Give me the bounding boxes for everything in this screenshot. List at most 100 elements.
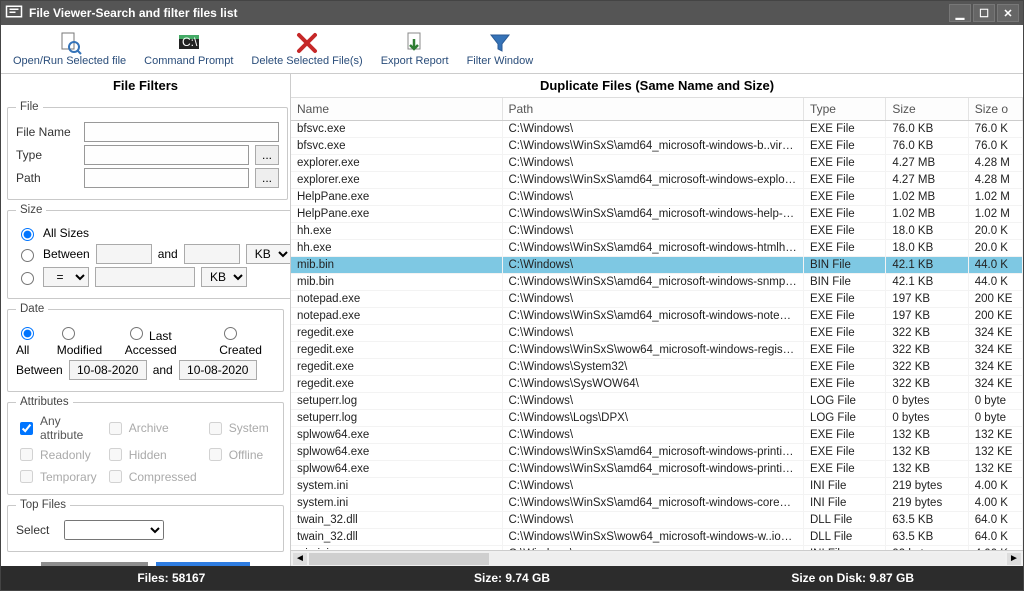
- export-report-button[interactable]: Export Report: [375, 29, 455, 69]
- minimize-button[interactable]: ▁: [949, 4, 971, 22]
- table-row[interactable]: explorer.exeC:\Windows\WinSxS\amd64_micr…: [291, 172, 1023, 189]
- table-row[interactable]: explorer.exeC:\Windows\EXE File4.27 MB4.…: [291, 155, 1023, 172]
- table-row[interactable]: hh.exeC:\Windows\WinSxS\amd64_microsoft-…: [291, 240, 1023, 257]
- table-row[interactable]: hh.exeC:\Windows\EXE File18.0 KB20.0 K: [291, 223, 1023, 240]
- readonly-check[interactable]: [20, 448, 33, 461]
- cell-type: BIN File: [803, 274, 885, 291]
- size-between-radio[interactable]: [21, 249, 34, 262]
- cell-type: LOG File: [803, 410, 885, 427]
- horizontal-scrollbar[interactable]: ◄ ►: [291, 550, 1023, 566]
- table-row[interactable]: twain_32.dllC:\Windows\DLL File63.5 KB64…: [291, 512, 1023, 529]
- type-browse-button[interactable]: ...: [255, 145, 279, 165]
- cell-type: EXE File: [803, 172, 885, 189]
- size-cmp-select[interactable]: =: [43, 267, 89, 287]
- scroll-track[interactable]: [309, 553, 1005, 565]
- table-row[interactable]: regedit.exeC:\Windows\EXE File322 KB324 …: [291, 325, 1023, 342]
- all-sizes-label: All Sizes: [43, 226, 89, 240]
- cell-size: 63.5 KB: [886, 529, 968, 546]
- size-fieldset: Size All Sizes Between and KB =: [7, 204, 291, 299]
- cell-path: C:\Windows\WinSxS\amd64_microsoft-window…: [502, 461, 803, 478]
- date-fieldset: Date All Modified Last Accessed Created …: [7, 303, 284, 392]
- size-to-input[interactable]: [184, 244, 240, 264]
- col-size-disk[interactable]: Size o: [968, 98, 1022, 121]
- cell-path: C:\Windows\: [502, 427, 803, 444]
- scroll-right-icon[interactable]: ►: [1007, 553, 1021, 565]
- cell-name: splwow64.exe: [291, 427, 502, 444]
- cell-name: twain_32.dll: [291, 529, 502, 546]
- table-row[interactable]: system.iniC:\Windows\INI File219 bytes4.…: [291, 478, 1023, 495]
- col-size[interactable]: Size: [886, 98, 968, 121]
- size-between-label: Between: [43, 247, 90, 261]
- cell-disk: 64.0 K: [968, 529, 1022, 546]
- table-row[interactable]: splwow64.exeC:\Windows\EXE File132 KB132…: [291, 427, 1023, 444]
- date-accessed-radio[interactable]: [130, 327, 143, 340]
- top-select[interactable]: [64, 520, 164, 540]
- cell-type: EXE File: [803, 291, 885, 308]
- size-unit-select-1[interactable]: KB: [246, 244, 291, 264]
- cell-path: C:\Windows\SysWOW64\: [502, 376, 803, 393]
- cell-disk: 324 KE: [968, 376, 1022, 393]
- table-row[interactable]: regedit.exeC:\Windows\WinSxS\wow64_micro…: [291, 342, 1023, 359]
- table-row[interactable]: system.iniC:\Windows\WinSxS\amd64_micros…: [291, 495, 1023, 512]
- table-row[interactable]: HelpPane.exeC:\Windows\EXE File1.02 MB1.…: [291, 189, 1023, 206]
- scroll-thumb[interactable]: [309, 553, 489, 565]
- table-row[interactable]: bfsvc.exeC:\Windows\EXE File76.0 KB76.0 …: [291, 121, 1023, 138]
- scroll-left-icon[interactable]: ◄: [293, 553, 307, 565]
- table-row[interactable]: setuperr.logC:\Windows\LOG File0 bytes0 …: [291, 393, 1023, 410]
- date-all-radio[interactable]: [21, 327, 34, 340]
- cell-size: 1.02 MB: [886, 189, 968, 206]
- table-row[interactable]: setuperr.logC:\Windows\Logs\DPX\LOG File…: [291, 410, 1023, 427]
- table-row[interactable]: mib.binC:\Windows\BIN File42.1 KB44.0 K: [291, 257, 1023, 274]
- path-browse-button[interactable]: ...: [255, 168, 279, 188]
- filter-window-button[interactable]: Filter Window: [461, 29, 540, 69]
- date-from-input[interactable]: [69, 360, 147, 380]
- archive-check[interactable]: [109, 422, 122, 435]
- cell-size: 76.0 KB: [886, 138, 968, 155]
- size-from-input[interactable]: [96, 244, 152, 264]
- offline-check[interactable]: [209, 448, 222, 461]
- date-to-input[interactable]: [179, 360, 257, 380]
- attributes-legend: Attributes: [16, 396, 73, 408]
- all-sizes-radio[interactable]: [21, 228, 34, 241]
- any-attribute-check[interactable]: [20, 422, 33, 435]
- delete-selected-button[interactable]: Delete Selected File(s): [245, 29, 368, 69]
- table-row[interactable]: notepad.exeC:\Windows\WinSxS\amd64_micro…: [291, 308, 1023, 325]
- compressed-check[interactable]: [109, 470, 122, 483]
- command-prompt-button[interactable]: C:\ Command Prompt: [138, 29, 239, 69]
- table-row[interactable]: twain_32.dllC:\Windows\WinSxS\wow64_micr…: [291, 529, 1023, 546]
- filter-window-label: Filter Window: [467, 55, 534, 67]
- system-check[interactable]: [209, 422, 222, 435]
- size-cmp-input[interactable]: [95, 267, 195, 287]
- close-button[interactable]: ✕: [997, 4, 1019, 22]
- maximize-button[interactable]: ☐: [973, 4, 995, 22]
- table-row[interactable]: splwow64.exeC:\Windows\WinSxS\amd64_micr…: [291, 461, 1023, 478]
- date-created-radio[interactable]: [224, 327, 237, 340]
- table-row[interactable]: splwow64.exeC:\Windows\WinSxS\amd64_micr…: [291, 444, 1023, 461]
- path-label: Path: [16, 171, 78, 185]
- cell-path: C:\Windows\: [502, 223, 803, 240]
- table-row[interactable]: mib.binC:\Windows\WinSxS\amd64_microsoft…: [291, 274, 1023, 291]
- table-row[interactable]: regedit.exeC:\Windows\SysWOW64\EXE File3…: [291, 376, 1023, 393]
- cell-size: 42.1 KB: [886, 274, 968, 291]
- col-path[interactable]: Path: [502, 98, 803, 121]
- hidden-check[interactable]: [109, 448, 122, 461]
- table-row[interactable]: regedit.exeC:\Windows\System32\EXE File3…: [291, 359, 1023, 376]
- path-input[interactable]: [84, 168, 249, 188]
- table-row[interactable]: bfsvc.exeC:\Windows\WinSxS\amd64_microso…: [291, 138, 1023, 155]
- cell-path: C:\Windows\WinSxS\amd64_microsoft-window…: [502, 240, 803, 257]
- table-row[interactable]: notepad.exeC:\Windows\EXE File197 KB200 …: [291, 291, 1023, 308]
- cell-disk: 132 KE: [968, 461, 1022, 478]
- files-table: Name Path Type Size Size o bfsvc.exeC:\W…: [291, 98, 1023, 550]
- table-row[interactable]: HelpPane.exeC:\Windows\WinSxS\amd64_micr…: [291, 206, 1023, 223]
- hidden-label: Hidden: [129, 448, 167, 462]
- col-name[interactable]: Name: [291, 98, 502, 121]
- col-type[interactable]: Type: [803, 98, 885, 121]
- file-name-input[interactable]: [84, 122, 279, 142]
- type-input[interactable]: [84, 145, 249, 165]
- open-run-button[interactable]: Open/Run Selected file: [7, 29, 132, 69]
- date-modified-radio[interactable]: [62, 327, 75, 340]
- temporary-check[interactable]: [20, 470, 33, 483]
- table-wrap[interactable]: Name Path Type Size Size o bfsvc.exeC:\W…: [291, 97, 1023, 550]
- size-unit-select-2[interactable]: KB: [201, 267, 247, 287]
- size-cmp-radio[interactable]: [21, 272, 34, 285]
